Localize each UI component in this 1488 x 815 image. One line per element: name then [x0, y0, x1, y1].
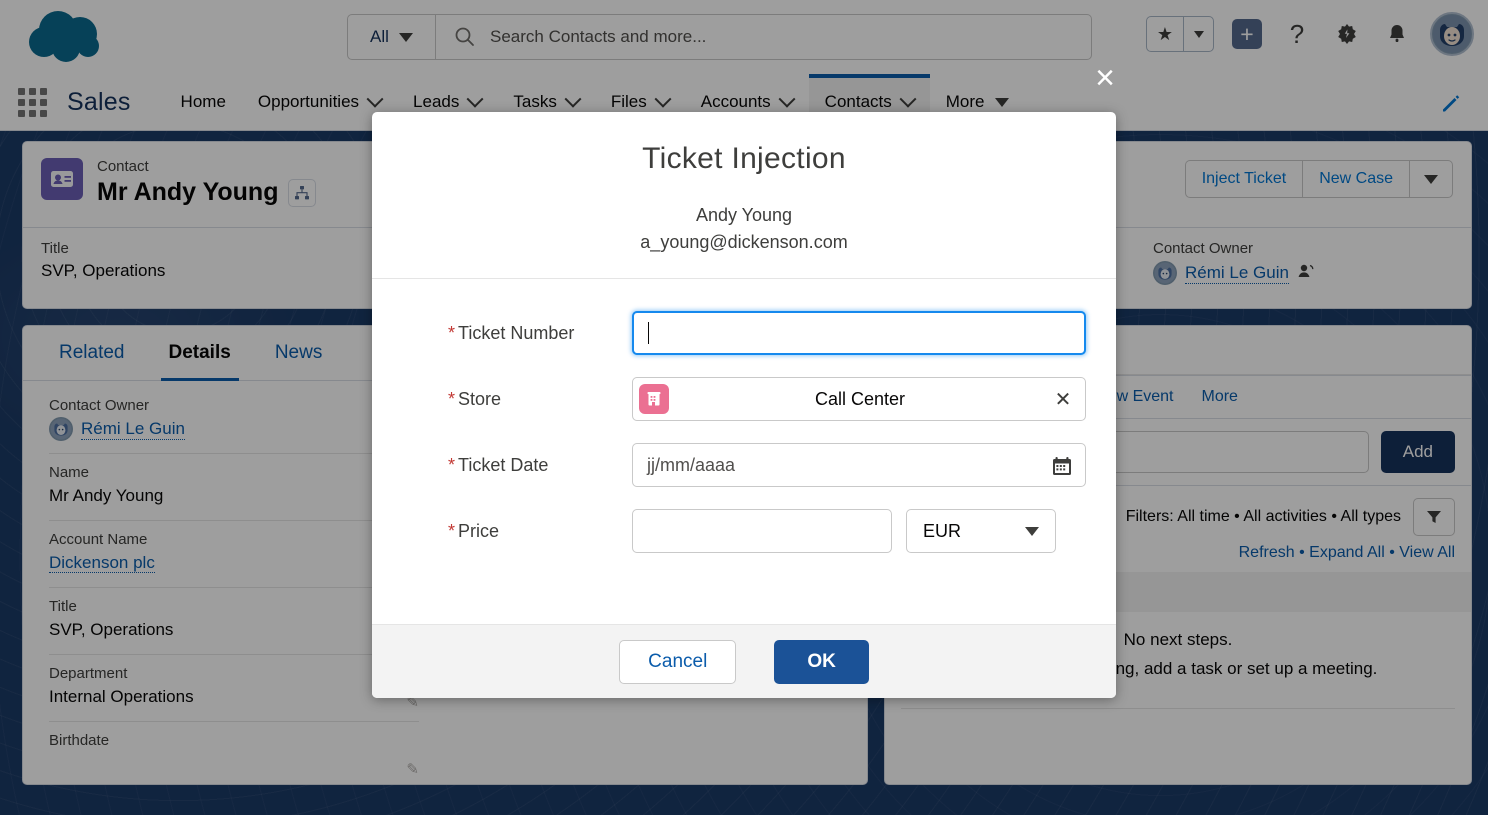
subject-name: Andy Young: [695, 205, 793, 225]
modal-header: Ticket Injection Andy Young a_young@dick…: [372, 112, 1116, 279]
ok-button[interactable]: OK: [774, 639, 869, 684]
modal-title: Ticket Injection: [642, 142, 846, 175]
required-asterisk: *: [448, 520, 456, 541]
ticket-date-placeholder: jj/mm/aaaa: [647, 454, 736, 475]
ticket-date-input[interactable]: jj/mm/aaaa: [632, 443, 1086, 487]
cancel-button[interactable]: Cancel: [619, 639, 737, 684]
clear-store-icon[interactable]: ✕: [1051, 387, 1075, 412]
modal-footer: Cancel OK: [372, 624, 1116, 698]
form-row-ticket-date: * Ticket Date jj/mm/aaaa: [402, 443, 1086, 487]
form-row-price: * Price EUR: [402, 509, 1086, 553]
close-icon[interactable]: ×: [1088, 61, 1122, 96]
modal-subject: Andy Young a_young@dickenson.com: [402, 202, 1086, 256]
ticket-number-input[interactable]: [632, 311, 1086, 355]
currency-value: EUR: [923, 520, 962, 541]
price-label: * Price: [448, 520, 500, 541]
required-asterisk: *: [448, 322, 456, 343]
required-asterisk: *: [448, 388, 456, 409]
subject-email: a_young@dickenson.com: [640, 232, 848, 252]
form-row-store: * Store Call Center ✕: [402, 377, 1086, 421]
store-label: * Store: [448, 388, 502, 409]
ticket-date-label: * Ticket Date: [448, 454, 549, 475]
ticket-number-label: * Ticket Number: [448, 322, 575, 343]
text-cursor: [648, 322, 649, 344]
ticket-injection-modal: Ticket Injection Andy Young a_young@dick…: [372, 112, 1116, 698]
salesforce-app: All Search Contacts and more... ★ + ? Sa…: [0, 0, 1488, 815]
price-input[interactable]: [632, 509, 892, 553]
store-building-icon: [639, 384, 669, 414]
store-value: Call Center: [814, 388, 906, 409]
calendar-icon[interactable]: [1051, 455, 1073, 482]
form-row-ticket-number: * Ticket Number: [402, 311, 1086, 355]
store-lookup-input[interactable]: Call Center ✕: [632, 377, 1086, 421]
modal-form: * Ticket Number * Store Call Center ✕ * …: [372, 279, 1116, 624]
required-asterisk: *: [448, 454, 456, 475]
chevron-down-icon: [1025, 526, 1039, 536]
currency-select[interactable]: EUR: [906, 509, 1056, 553]
